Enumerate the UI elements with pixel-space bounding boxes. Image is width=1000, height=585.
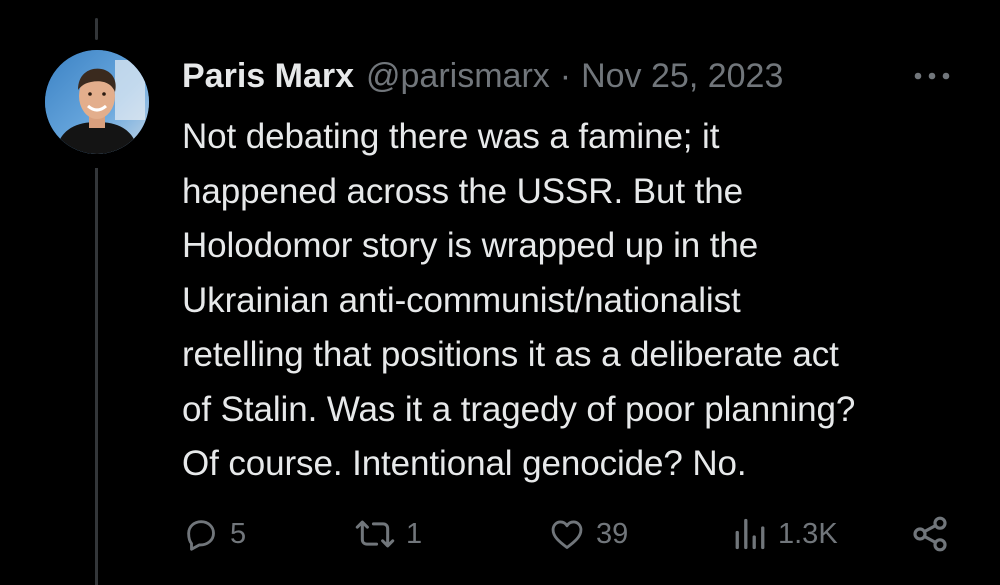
like-button[interactable]: 39 (548, 510, 628, 558)
avatar-photo (45, 50, 149, 154)
avatar[interactable] (45, 50, 149, 154)
reply-button[interactable]: 5 (182, 510, 246, 558)
like-count: 39 (596, 517, 629, 550)
views-button[interactable]: 1.3K (732, 510, 838, 558)
thread-line (95, 168, 98, 585)
tweet-header: Paris Marx @parismarx · Nov 25, 2023 (182, 54, 783, 98)
tweet-date[interactable]: Nov 25, 2023 (581, 54, 783, 98)
header-separator: · (559, 57, 572, 95)
heart-icon (551, 520, 583, 549)
share-icon (913, 516, 947, 552)
views-chart-icon (735, 518, 765, 550)
retweet-button[interactable]: 1 (354, 510, 422, 558)
share-button[interactable] (910, 510, 950, 558)
action-bar: 5 1 39 1.3K (182, 510, 962, 558)
more-options-button[interactable] (912, 62, 952, 90)
author-name[interactable]: Paris Marx (182, 54, 354, 98)
views-count: 1.3K (778, 517, 838, 550)
reply-count: 5 (230, 517, 247, 550)
author-handle[interactable]: @parismarx (366, 54, 550, 98)
thread-line-top (95, 18, 98, 40)
retweet-icon (355, 520, 395, 548)
retweet-count: 1 (406, 517, 423, 550)
reply-icon (187, 520, 215, 551)
more-horizontal-icon (914, 72, 950, 80)
tweet-text: Not debating there was a famine; it happ… (182, 117, 856, 483)
